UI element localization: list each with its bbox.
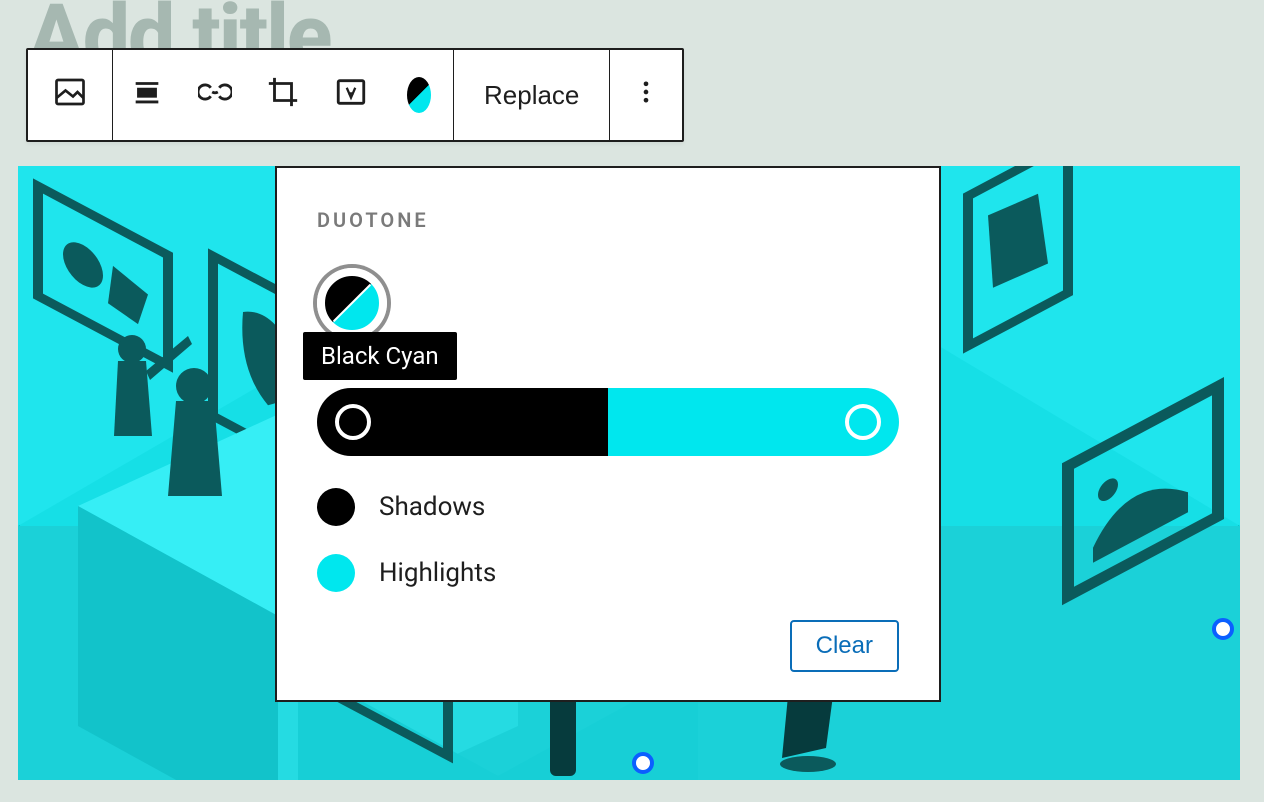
shadows-color-stop[interactable] — [317, 388, 608, 456]
highlights-row[interactable]: Highlights — [317, 554, 899, 592]
block-toolbar: Replace — [26, 48, 684, 142]
crop-icon — [266, 75, 300, 116]
shadows-swatch — [317, 488, 355, 526]
highlights-color-stop[interactable] — [608, 388, 899, 456]
text-overlay-icon — [334, 75, 368, 116]
resize-handle-bottom[interactable] — [632, 752, 654, 774]
highlights-label: Highlights — [379, 558, 496, 588]
shadows-row[interactable]: Shadows — [317, 488, 899, 526]
replace-button[interactable]: Replace — [454, 50, 609, 140]
clear-button[interactable]: Clear — [790, 620, 899, 672]
more-options-icon — [632, 78, 660, 113]
text-overlay-button[interactable] — [317, 50, 385, 140]
duotone-heading: DUOTONE — [317, 208, 899, 232]
duotone-presets: Black Cyan — [317, 268, 899, 354]
shadows-stop-handle[interactable] — [335, 404, 371, 440]
resize-handle-right[interactable] — [1212, 618, 1234, 640]
block-type-button[interactable] — [28, 50, 112, 140]
link-button[interactable] — [181, 50, 249, 140]
highlights-swatch — [317, 554, 355, 592]
image-block-icon — [52, 74, 88, 117]
highlights-stop-handle[interactable] — [845, 404, 881, 440]
duotone-preset-black-cyan[interactable] — [317, 268, 387, 338]
more-options-button[interactable] — [610, 50, 682, 140]
align-icon — [130, 75, 164, 116]
duotone-button[interactable] — [385, 50, 453, 140]
crop-button[interactable] — [249, 50, 317, 140]
duotone-popover: DUOTONE Black Cyan Shadows Highlights Cl… — [275, 166, 941, 702]
link-icon — [198, 75, 232, 116]
align-button[interactable] — [113, 50, 181, 140]
shadows-label: Shadows — [379, 492, 485, 522]
duotone-preset-tooltip: Black Cyan — [303, 332, 457, 380]
duotone-icon — [407, 77, 431, 113]
duotone-gradient-bar — [317, 388, 899, 456]
